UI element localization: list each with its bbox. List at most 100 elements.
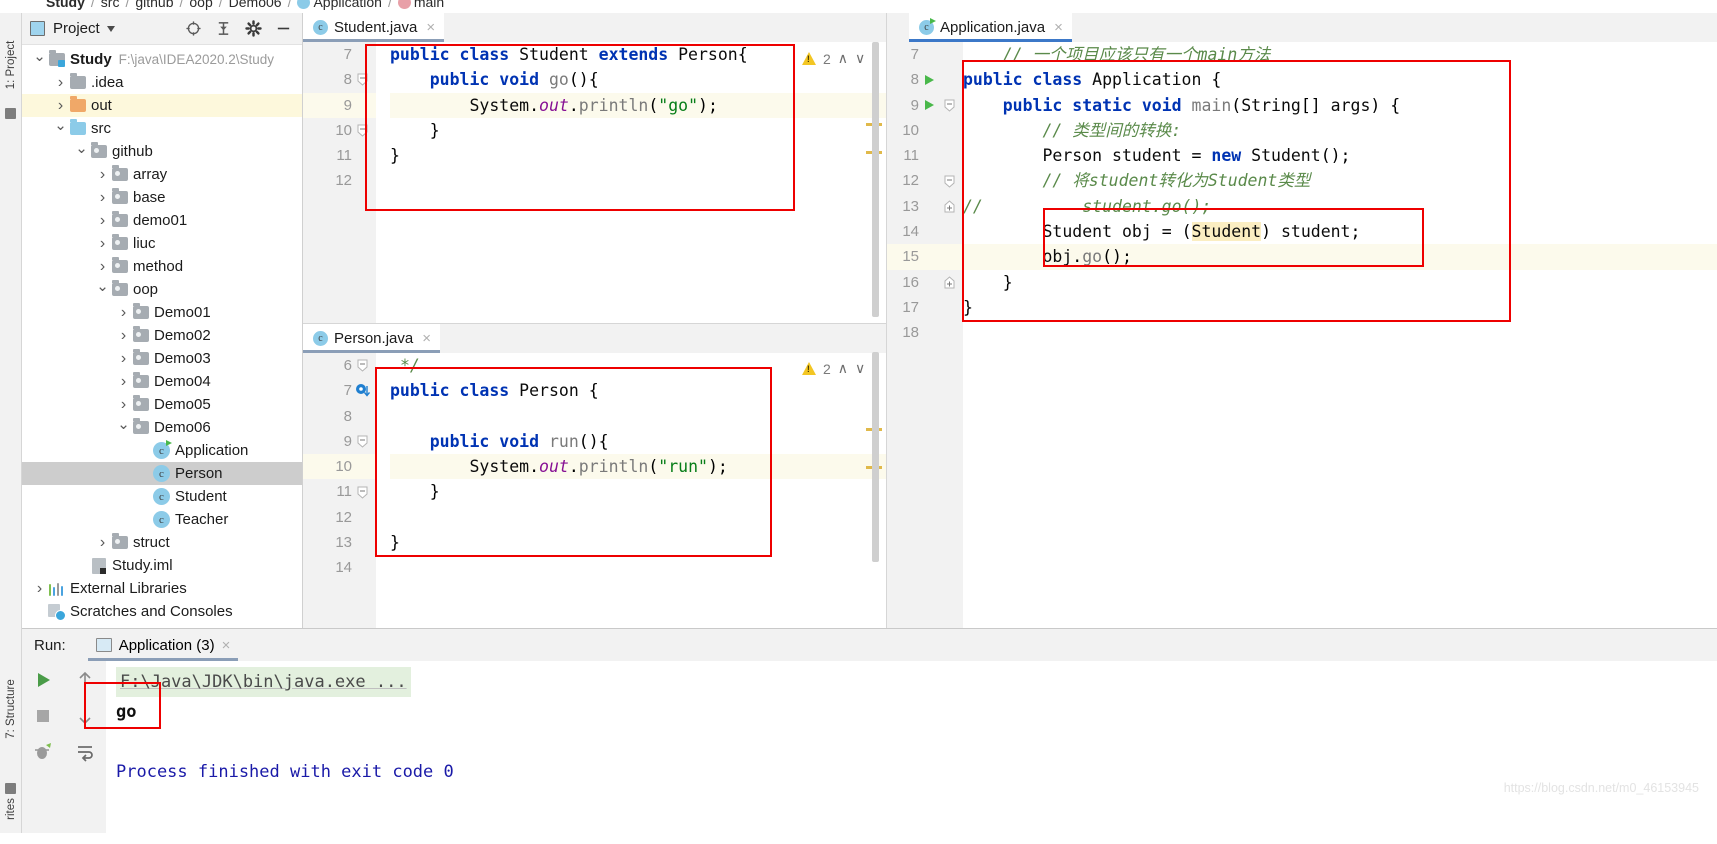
tree-twisty-closed[interactable] [116, 373, 131, 391]
tree-twisty-closed[interactable] [116, 396, 131, 414]
code-line[interactable]: } [390, 530, 886, 555]
code-line[interactable]: } [390, 143, 886, 168]
fold-minus-icon[interactable] [356, 435, 369, 448]
code-line[interactable]: Student obj = (Student) student; [963, 219, 1717, 244]
breadcrumb-item-github[interactable]: github [135, 0, 173, 10]
gutter-run-slot[interactable] [919, 73, 939, 87]
fold-minus-icon[interactable] [356, 124, 369, 137]
tree-twisty-open[interactable] [116, 419, 131, 437]
chevron-up-icon[interactable]: ∧ [838, 50, 848, 67]
close-icon[interactable]: × [422, 330, 431, 347]
tree-row-study-iml[interactable]: Study.iml [22, 554, 302, 577]
stop-icon[interactable] [33, 706, 53, 726]
breadcrumb-item-src[interactable]: src [101, 0, 120, 10]
gutter-line[interactable]: 7 [887, 42, 963, 67]
code-line[interactable] [390, 168, 886, 193]
code-line[interactable]: Person student = new Student(); [963, 143, 1717, 168]
tree-row-demo02[interactable]: Demo02 [22, 324, 302, 347]
gutter-line[interactable]: 10 [303, 118, 376, 143]
tree-row-scratches-and-consoles[interactable]: Scratches and Consoles [22, 600, 302, 623]
gutter-line[interactable]: 7 [303, 378, 376, 403]
gutter-line[interactable]: 9 [887, 93, 963, 118]
tree-twisty-closed[interactable] [116, 327, 131, 345]
tree-row-out[interactable]: out [22, 94, 302, 117]
gutter-person[interactable]: 67891011121314 [303, 353, 376, 628]
run-gutter-icon[interactable] [922, 73, 936, 87]
code-line[interactable]: } [963, 270, 1717, 295]
inspection-widget-student[interactable]: 2 ∧ ∨ [802, 50, 865, 67]
tree-row-study[interactable]: StudyF:\java\IDEA2020.2\Study [22, 48, 302, 71]
breadcrumb-item-application[interactable]: Application [297, 0, 382, 10]
tool-window-button-structure[interactable]: 7: Structure [5, 669, 17, 749]
tree-row--idea[interactable]: .idea [22, 71, 302, 94]
code-line[interactable]: System.out.println("go"); [390, 93, 886, 118]
chevron-down-icon[interactable]: ∨ [855, 360, 865, 377]
gutter-line[interactable]: 14 [887, 219, 963, 244]
fold-plus-icon[interactable] [943, 276, 956, 289]
tree-row-demo04[interactable]: Demo04 [22, 370, 302, 393]
tree-row-demo05[interactable]: Demo05 [22, 393, 302, 416]
tab-person-java[interactable]: c Person.java × [303, 324, 440, 353]
code-line[interactable]: } [390, 479, 886, 504]
tree-row-base[interactable]: base [22, 186, 302, 209]
console-output[interactable]: F:\Java\JDK\bin\java.exe ...go Process f… [106, 661, 1717, 833]
breadcrumb[interactable]: Study / src / github / oop / Demo06 / Ap… [0, 0, 1717, 13]
editor-body-application[interactable]: 789101112131415161718 // 一个项目应该只有一个main方… [887, 42, 1717, 628]
gutter-line[interactable]: 12 [887, 168, 963, 193]
code-line[interactable]: } [963, 295, 1717, 320]
gutter-line[interactable]: 14 [303, 555, 376, 580]
tree-row-github[interactable]: github [22, 140, 302, 163]
gutter-line[interactable]: 11 [303, 143, 376, 168]
gutter-line[interactable]: 15 [887, 244, 963, 269]
gutter-line[interactable]: 10 [303, 454, 376, 479]
close-icon[interactable]: × [1054, 19, 1063, 36]
gutter-line[interactable]: 16 [887, 270, 963, 295]
tree-twisty-closed[interactable] [95, 166, 110, 184]
code-line[interactable]: // student.go(); [963, 194, 1717, 219]
gutter-student[interactable]: 789101112 [303, 42, 376, 323]
tree-twisty-closed[interactable] [116, 350, 131, 368]
run-tab-application[interactable]: Application (3) × [88, 629, 239, 661]
gutter-line[interactable]: 8 [303, 67, 376, 92]
tree-row-student[interactable]: cStudent [22, 485, 302, 508]
gutter-run-slot[interactable] [919, 98, 939, 112]
project-tree[interactable]: StudyF:\java\IDEA2020.2\Study.ideaoutsrc… [22, 45, 302, 628]
locate-icon[interactable] [185, 20, 202, 37]
chevron-up-icon[interactable]: ∧ [838, 360, 848, 377]
gutter-line[interactable]: 12 [303, 168, 376, 193]
code-line[interactable]: public void run(){ [390, 429, 886, 454]
soft-wrap-icon[interactable] [75, 742, 95, 762]
tree-row-src[interactable]: src [22, 117, 302, 140]
editor-scrollbar-person[interactable] [872, 352, 879, 562]
gutter-line[interactable]: 9 [303, 429, 376, 454]
code-person[interactable]: */public class Person { public void run(… [376, 353, 886, 628]
breadcrumb-item-demo06[interactable]: Demo06 [229, 0, 282, 10]
code-line[interactable]: System.out.println("run"); [390, 454, 886, 479]
tree-twisty-open[interactable] [95, 281, 110, 299]
fold-minus-icon[interactable] [943, 175, 956, 188]
gutter-line[interactable]: 8 [303, 404, 376, 429]
breadcrumb-item-study[interactable]: Study [46, 0, 85, 10]
rerun-play-icon[interactable] [33, 670, 53, 690]
gutter-line[interactable]: 18 [887, 320, 963, 345]
tree-row-external-libraries[interactable]: External Libraries [22, 577, 302, 600]
tree-row-oop[interactable]: oop [22, 278, 302, 301]
code-line[interactable]: // 类型间的转换: [963, 118, 1717, 143]
tree-row-demo01[interactable]: demo01 [22, 209, 302, 232]
scroll-down-icon[interactable] [75, 706, 95, 726]
tree-row-person[interactable]: cPerson [22, 462, 302, 485]
code-line[interactable]: // 一个项目应该只有一个main方法 [963, 42, 1717, 67]
gutter-line[interactable]: 13 [887, 194, 963, 219]
gutter-line[interactable]: 8 [887, 67, 963, 92]
fold-plus-icon[interactable] [943, 200, 956, 213]
implemented-method-icon[interactable] [355, 383, 370, 398]
tree-twisty-closed[interactable] [95, 534, 110, 552]
code-line[interactable]: } [390, 118, 886, 143]
tree-row-teacher[interactable]: cTeacher [22, 508, 302, 531]
tree-row-struct[interactable]: struct [22, 531, 302, 554]
tree-twisty-closed[interactable] [95, 189, 110, 207]
gutter-application[interactable]: 789101112131415161718 [887, 42, 963, 628]
editor-body-student[interactable]: 789101112 public class Student extends P… [303, 42, 886, 323]
tree-row-demo06[interactable]: Demo06 [22, 416, 302, 439]
breadcrumb-item-oop[interactable]: oop [189, 0, 212, 10]
